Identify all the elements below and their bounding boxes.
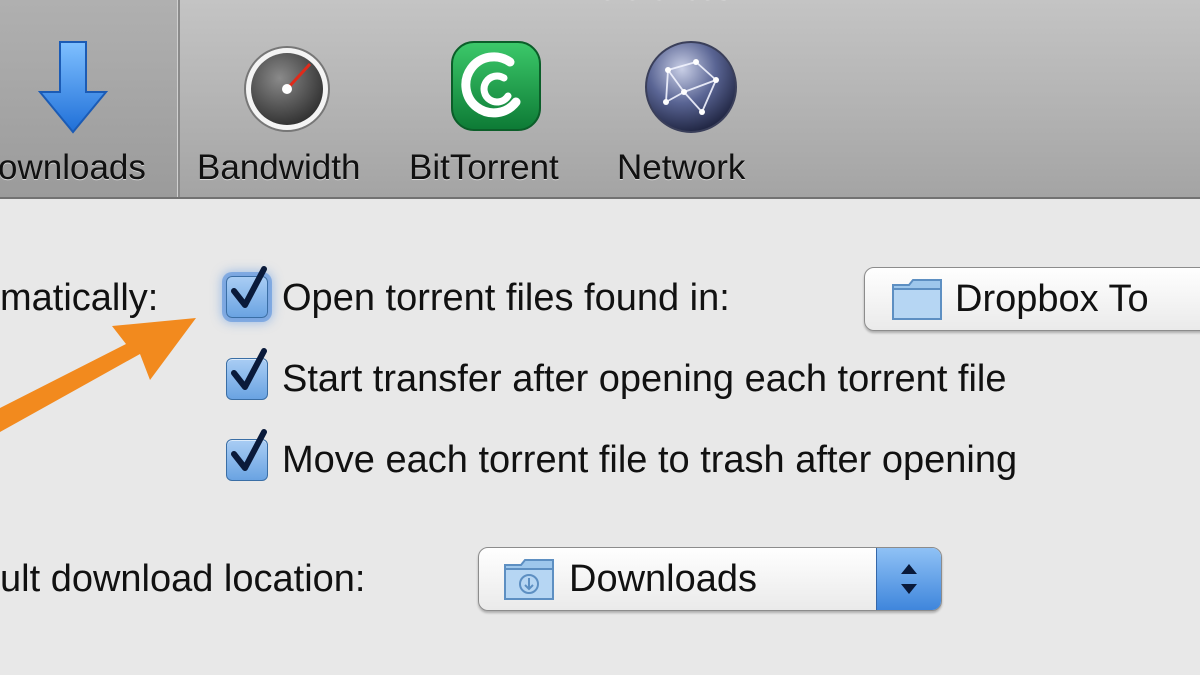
- speedometer-icon: [244, 46, 330, 132]
- checkmark-icon: [231, 429, 267, 471]
- popup-stepper[interactable]: [876, 548, 941, 610]
- toolbar-label-downloads: ownloads: [0, 148, 146, 187]
- annotation-arrow: [0, 318, 196, 432]
- bittorrent-logo-icon: [451, 41, 541, 131]
- toolbar-label-network: Network: [617, 148, 746, 187]
- preferences-toolbar: Preferences ownloads Bandwidth: [0, 0, 1200, 199]
- globe-network-icon: [645, 41, 737, 133]
- watch-folder-popup[interactable]: Dropbox To: [864, 267, 1200, 331]
- open-torrent-files-checkbox[interactable]: [226, 266, 268, 318]
- checkmark-icon: [231, 348, 267, 390]
- start-transfer-label: Start transfer after opening each torren…: [282, 358, 1007, 400]
- checkmark-icon: [231, 266, 267, 308]
- up-down-arrows-icon: [901, 564, 917, 594]
- toolbar-tab-network[interactable]: Network: [606, 0, 776, 197]
- toolbar-tab-bandwidth[interactable]: Bandwidth: [186, 0, 386, 197]
- downloads-folder-icon: [504, 559, 554, 600]
- download-location-popup[interactable]: Downloads: [478, 547, 942, 611]
- watch-folder-value: Dropbox To: [955, 278, 1149, 320]
- toolbar-tab-downloads[interactable]: ownloads: [0, 0, 180, 197]
- move-to-trash-label: Move each torrent file to trash after op…: [282, 439, 1018, 481]
- download-location-value: Downloads: [569, 558, 757, 600]
- move-to-trash-checkbox[interactable]: [226, 429, 268, 481]
- download-location-label: ult download location:: [0, 558, 366, 600]
- start-transfer-checkbox[interactable]: [226, 348, 268, 400]
- folder-icon: [892, 279, 942, 320]
- open-torrent-files-label: Open torrent files found in:: [282, 277, 730, 319]
- toolbar-label-bittorrent: BitTorrent: [409, 148, 559, 187]
- toolbar-label-bandwidth: Bandwidth: [197, 148, 361, 187]
- toolbar-tab-bittorrent[interactable]: BitTorrent: [396, 0, 596, 197]
- download-arrow-icon: [38, 41, 108, 134]
